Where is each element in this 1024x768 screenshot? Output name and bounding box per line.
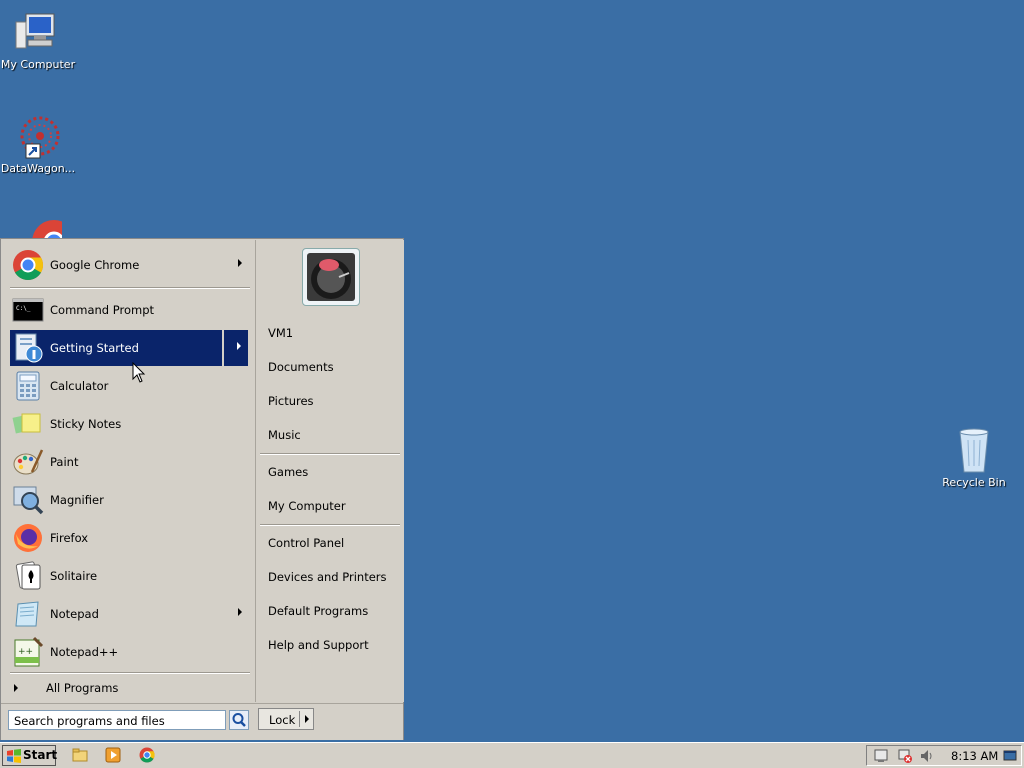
calculator-icon [12, 370, 44, 402]
start-item-paint[interactable]: Paint [10, 444, 248, 480]
desktop-icon-label: Recycle Bin [942, 476, 1006, 489]
start-menu-bottom-bar: Search programs and files Lock [1, 703, 403, 740]
start-item-notepad[interactable]: Notepad [10, 596, 248, 632]
notepad-plus-plus-icon: ++ [12, 636, 44, 668]
start-item-command-prompt[interactable]: C:\_ Command Prompt [10, 292, 248, 328]
start-item-label: Magnifier [50, 493, 104, 507]
submenu-arrow-icon[interactable] [237, 342, 241, 350]
places-item-devices-and-printers[interactable]: Devices and Printers [268, 570, 387, 584]
volume-icon[interactable] [919, 748, 935, 764]
system-tray: 8:13 AM [866, 745, 1022, 766]
action-center-icon[interactable] [873, 748, 889, 764]
user-picture[interactable] [302, 248, 360, 306]
places-item-documents[interactable]: Documents [268, 360, 334, 374]
desktop-icon-recycle-bin[interactable]: Recycle Bin [936, 426, 1012, 489]
start-item-sticky-notes[interactable]: Sticky Notes [10, 406, 248, 442]
separator [260, 453, 400, 455]
explorer-icon[interactable] [72, 747, 88, 763]
start-button[interactable]: Start [2, 745, 58, 766]
start-item-label: Solitaire [50, 569, 98, 583]
user-avatar-icon [307, 253, 355, 301]
windows-logo-icon [7, 749, 21, 763]
start-item-notepad-plus-plus[interactable]: ++ Notepad++ [10, 634, 248, 670]
command-prompt-icon: C:\_ [12, 294, 44, 326]
start-item-solitaire[interactable]: Solitaire [10, 558, 248, 594]
separator [10, 287, 250, 289]
start-item-firefox[interactable]: Firefox [10, 520, 248, 556]
getting-started-icon [12, 332, 44, 364]
separator [260, 524, 400, 526]
firefox-icon [12, 522, 44, 554]
start-item-label: Getting Started [50, 341, 139, 355]
start-menu-programs-pane: Google Chrome C:\_ Command Prompt Gettin… [2, 240, 254, 702]
all-programs-button[interactable]: All Programs [10, 676, 248, 700]
paint-icon [12, 446, 44, 478]
start-item-label: Paint [50, 455, 79, 469]
submenu-divider [222, 330, 224, 366]
chrome-icon [12, 249, 44, 281]
separator [10, 672, 250, 674]
all-programs-label: All Programs [46, 681, 119, 695]
start-item-calculator[interactable]: Calculator [10, 368, 248, 404]
sticky-notes-icon [12, 408, 44, 440]
start-item-google-chrome[interactable]: Google Chrome [10, 247, 248, 283]
start-menu-places-pane: VM1 Documents Pictures Music Games My Co… [255, 240, 404, 702]
media-player-icon[interactable] [105, 747, 121, 763]
svg-text:++: ++ [18, 647, 33, 657]
network-disconnected-icon[interactable] [897, 748, 913, 764]
desktop-icon-label: DataWagon... [0, 162, 76, 175]
desktop-icon-datawagon[interactable]: DataWagon... [0, 112, 76, 175]
start-item-label: Google Chrome [50, 258, 140, 272]
start-item-label: Notepad [50, 607, 99, 621]
start-item-label: Firefox [50, 531, 89, 545]
chrome-taskbar-icon[interactable] [139, 747, 155, 763]
shutdown-options-arrow-icon[interactable] [305, 715, 309, 723]
show-desktop-icon[interactable] [1003, 749, 1017, 763]
places-item-default-programs[interactable]: Default Programs [268, 604, 368, 618]
lock-button[interactable]: Lock [258, 708, 314, 730]
recycle-bin-icon [950, 426, 998, 474]
desktop-icon-my-computer[interactable]: My Computer [0, 8, 76, 71]
start-item-label: Sticky Notes [50, 417, 122, 431]
computer-icon [14, 8, 62, 56]
expand-arrow-icon [14, 684, 18, 692]
start-item-label: Command Prompt [50, 303, 155, 317]
clock[interactable]: 8:13 AM [951, 749, 998, 763]
search-icon [232, 713, 246, 727]
start-item-label: Calculator [50, 379, 109, 393]
search-button[interactable] [229, 710, 249, 730]
submenu-arrow-icon [238, 608, 242, 616]
solitaire-icon [12, 560, 44, 592]
start-item-label: Notepad++ [50, 645, 119, 659]
notepad-icon [12, 598, 44, 630]
taskbar: Start 8:13 AM [0, 742, 1024, 768]
places-item-my-computer[interactable]: My Computer [268, 499, 346, 513]
start-item-magnifier[interactable]: Magnifier [10, 482, 248, 518]
start-item-getting-started[interactable]: Getting Started [10, 330, 248, 366]
button-divider [299, 711, 300, 727]
start-label: Start [23, 748, 58, 762]
mouse-cursor-icon [132, 362, 146, 383]
places-item-vm1[interactable]: VM1 [268, 326, 293, 340]
start-menu: Google Chrome C:\_ Command Prompt Gettin… [0, 238, 404, 740]
places-item-games[interactable]: Games [268, 465, 308, 479]
lock-label: Lock [269, 713, 296, 727]
places-item-music[interactable]: Music [268, 428, 301, 442]
magnifier-icon [12, 484, 44, 516]
places-item-help-and-support[interactable]: Help and Support [268, 638, 369, 652]
search-input[interactable]: Search programs and files [8, 710, 226, 730]
desktop-icon-label: My Computer [0, 58, 76, 71]
places-item-pictures[interactable]: Pictures [268, 394, 314, 408]
submenu-arrow-icon [238, 259, 242, 267]
svg-text:C:\_: C:\_ [16, 305, 31, 312]
places-item-control-panel[interactable]: Control Panel [268, 536, 344, 550]
datawagon-icon [14, 112, 62, 160]
